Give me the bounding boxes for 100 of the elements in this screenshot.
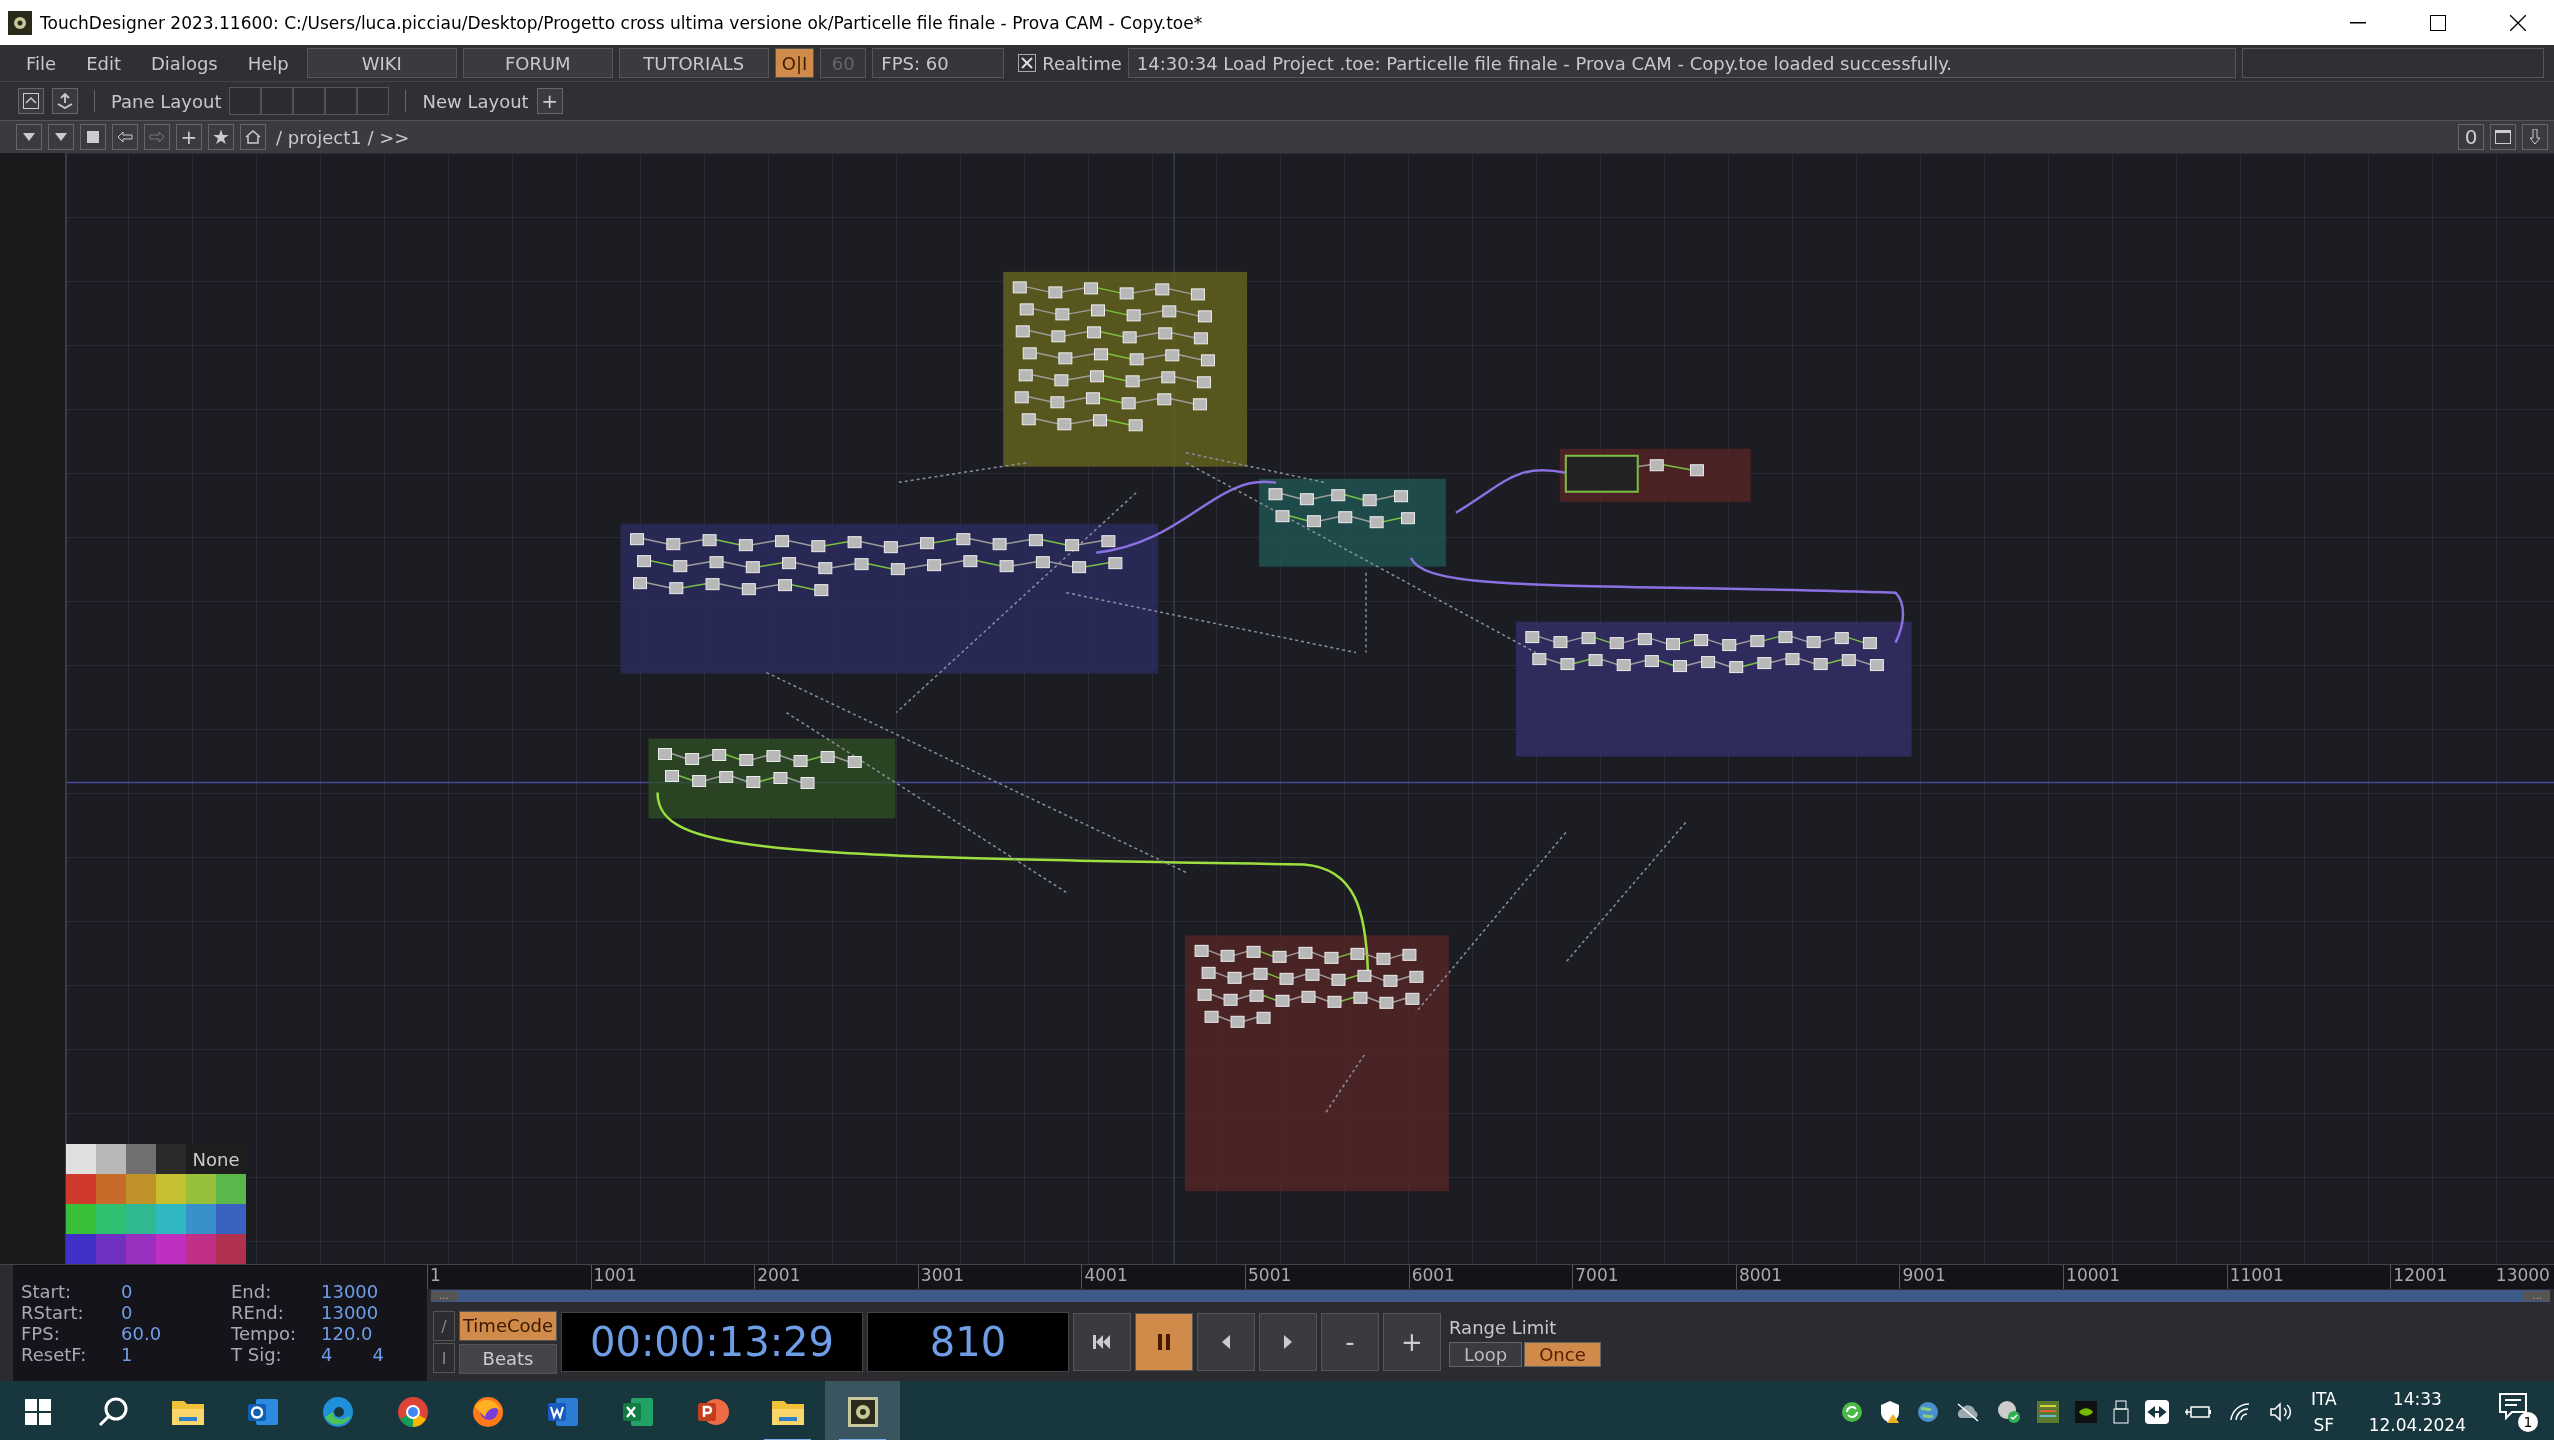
color-swatch[interactable] <box>96 1204 126 1235</box>
step-button[interactable]: - <box>1321 1313 1379 1372</box>
clock-date[interactable]: 12.04.2024 <box>2368 1415 2466 1436</box>
color-swatch[interactable] <box>66 1234 96 1265</box>
pane-layout-label: Pane Layout <box>111 90 222 112</box>
forward-button[interactable] <box>144 124 170 150</box>
menu-item[interactable]: File <box>14 52 69 74</box>
range-option[interactable]: Once <box>1524 1342 1601 1368</box>
back-button[interactable] <box>112 124 138 150</box>
shield-icon[interactable] <box>1878 1400 1901 1425</box>
stop-button[interactable] <box>80 124 106 150</box>
link-button[interactable]: TUTORIALS <box>618 48 769 78</box>
usb-drive-icon[interactable] <box>2112 1400 2129 1425</box>
setting-value[interactable]: 0 <box>121 1302 133 1324</box>
color-swatch[interactable] <box>96 1234 126 1265</box>
setting-value[interactable]: 120.0 <box>321 1323 373 1345</box>
color-swatch[interactable] <box>216 1234 246 1265</box>
window-button[interactable] <box>2490 124 2516 150</box>
setting-label: End: <box>231 1281 273 1303</box>
download-button[interactable] <box>2522 124 2548 150</box>
globe-icon[interactable] <box>1916 1401 1939 1424</box>
color-swatch[interactable] <box>156 1204 186 1235</box>
no-color-option[interactable]: None <box>186 1144 246 1175</box>
setting-value[interactable]: 4 <box>372 1344 384 1366</box>
menu-item[interactable]: Help <box>235 52 301 74</box>
window-title: TouchDesigner 2023.11600: C:/Users/luca.picciau/Desktop/Progetto cross ultima versione ok/Particelle file finale - Prova CAM - Copy.toe* <box>40 12 1204 33</box>
color-swatch[interactable] <box>156 1174 186 1205</box>
notification-button[interactable]: 1 <box>2498 1392 2538 1433</box>
taskbar-app[interactable] <box>825 1381 900 1440</box>
dropdown-button[interactable] <box>16 124 42 150</box>
setting-value[interactable]: 4 <box>321 1344 333 1366</box>
menu-item[interactable]: Edit <box>74 52 133 74</box>
sync-icon[interactable] <box>1840 1401 1863 1424</box>
timeline-ruler[interactable]: 1 1001 2001 3001 4001 5001 6001 7001 8001 9001 10001 11001 12001 13000 <box>427 1265 2554 1290</box>
network-editor[interactable]: None <box>0 153 2554 1265</box>
color-swatch[interactable] <box>186 1234 216 1265</box>
transport-button[interactable] <box>1073 1313 1131 1372</box>
fps-readout: FPS: 60 <box>872 48 1005 78</box>
arrow-left-icon <box>117 131 133 143</box>
keyboard-layout[interactable]: SF <box>2313 1415 2335 1436</box>
firefox-icon <box>470 1395 505 1430</box>
color-swatch[interactable] <box>126 1174 156 1205</box>
color-swatch[interactable] <box>126 1204 156 1235</box>
color-swatch[interactable] <box>96 1144 126 1175</box>
mode-button[interactable]: / <box>433 1311 455 1342</box>
tick-label: 4001 <box>1084 1265 1128 1288</box>
range-option[interactable]: Loop <box>1449 1342 1523 1368</box>
skip-back-icon <box>1093 1335 1111 1350</box>
perform-toggle[interactable]: O|I <box>774 48 815 78</box>
color-swatch[interactable] <box>156 1234 186 1265</box>
color-swatch[interactable] <box>66 1144 96 1175</box>
setting-value[interactable]: 1 <box>121 1344 133 1366</box>
upload-icon <box>57 93 73 109</box>
home-button[interactable] <box>240 124 266 150</box>
notification-count: 1 <box>2518 1412 2538 1433</box>
new-layout-label: New Layout <box>422 90 529 112</box>
tick-label: 9001 <box>1902 1265 1946 1288</box>
color-swatch[interactable] <box>186 1204 216 1235</box>
collapse-button[interactable] <box>18 88 44 114</box>
realtime-checkbox[interactable] <box>1018 54 1037 72</box>
color-swatch[interactable] <box>216 1204 246 1235</box>
step-button[interactable]: + <box>1383 1313 1441 1372</box>
clock-time[interactable]: 14:33 <box>2392 1389 2442 1410</box>
transport-button[interactable] <box>1135 1313 1193 1372</box>
setting-value[interactable]: 13000 <box>321 1302 379 1324</box>
export-button[interactable] <box>52 88 78 114</box>
tick-label: 1 <box>430 1265 441 1288</box>
color-swatch[interactable] <box>186 1174 216 1205</box>
dropdown-button[interactable] <box>48 124 74 150</box>
link-button[interactable]: WIKI <box>306 48 457 78</box>
color-swatch[interactable] <box>96 1174 126 1205</box>
color-swatch[interactable] <box>126 1144 156 1175</box>
setting-value[interactable]: 60.0 <box>121 1323 162 1345</box>
add-button[interactable]: + <box>176 124 202 150</box>
menu-item[interactable]: Dialogs <box>139 52 230 74</box>
color-swatch[interactable] <box>126 1234 156 1265</box>
color-swatch[interactable] <box>66 1204 96 1235</box>
link-button[interactable]: FORUM <box>462 48 613 78</box>
battery-plug-icon[interactable] <box>2184 1404 2213 1421</box>
gpu-icon[interactable] <box>2074 1401 2097 1424</box>
color-swatch[interactable] <box>66 1174 96 1205</box>
setting-value[interactable]: 0 <box>121 1281 133 1303</box>
network-path[interactable]: / project1 / >> <box>276 126 2452 148</box>
mode-button[interactable]: I <box>433 1343 455 1374</box>
color-swatch[interactable] <box>216 1174 246 1205</box>
color-swatch[interactable] <box>156 1144 186 1175</box>
add-layout-button[interactable]: + <box>536 88 563 114</box>
tick-label: 12001 <box>2393 1265 2448 1288</box>
frame-display: 810 <box>867 1312 1069 1373</box>
setting-label: REnd: <box>231 1302 285 1324</box>
status-check-icon[interactable] <box>1996 1400 2021 1425</box>
input-language[interactable]: ITA <box>2310 1389 2337 1410</box>
meter-icon[interactable] <box>2036 1401 2059 1424</box>
realtime-label: Realtime <box>1042 52 1122 74</box>
time-mode-button[interactable]: TimeCode <box>459 1310 557 1341</box>
remote-icon[interactable] <box>2144 1400 2169 1425</box>
favorite-button[interactable]: ★ <box>208 124 234 150</box>
home-icon <box>245 130 261 144</box>
time-mode-button[interactable]: Beats <box>459 1343 557 1374</box>
setting-value[interactable]: 13000 <box>321 1281 379 1303</box>
